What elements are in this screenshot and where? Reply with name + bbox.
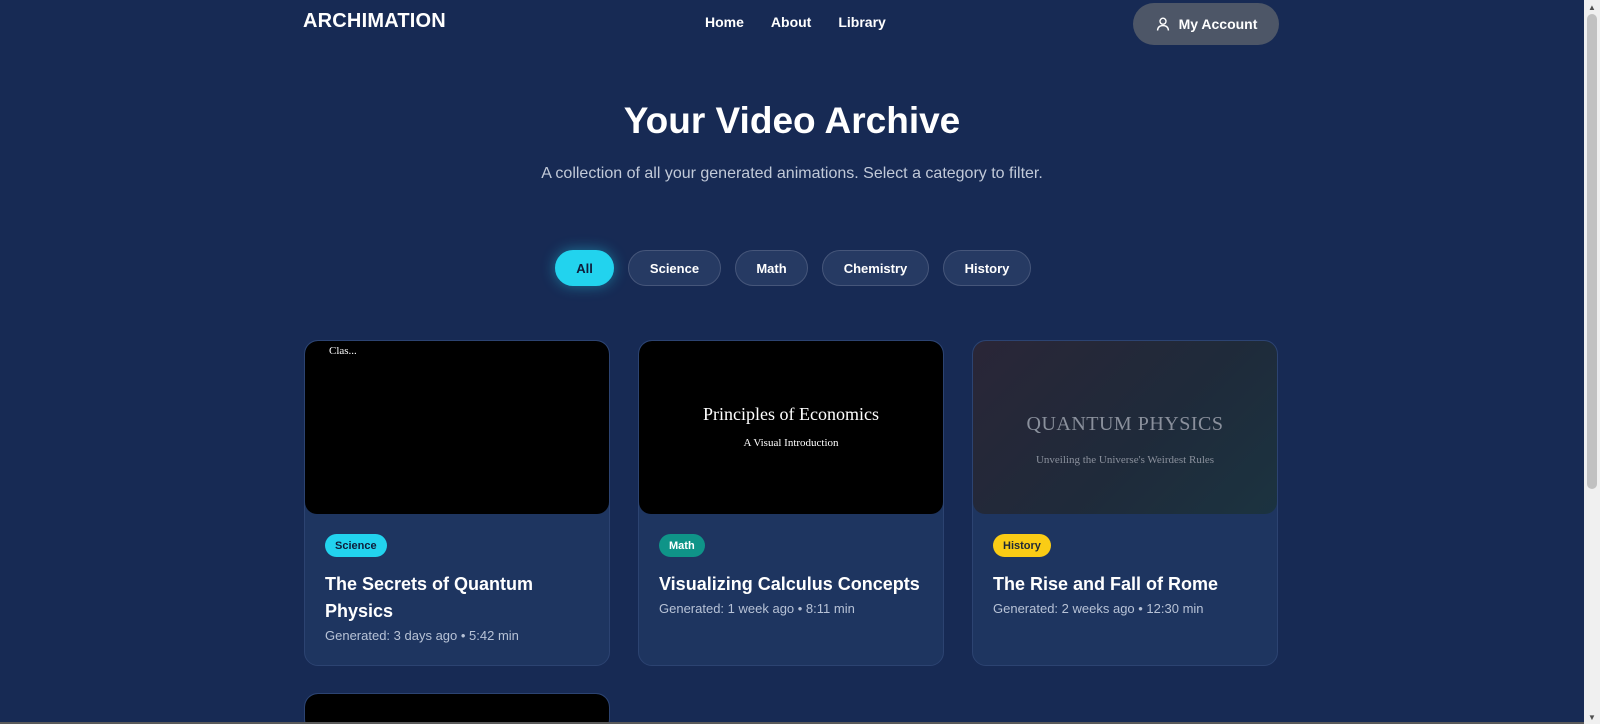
brand-logo[interactable]: ARCHIMATION bbox=[303, 10, 446, 33]
page: ARCHIMATION Home About Library My Accoun… bbox=[0, 0, 1600, 724]
filter-chip-history[interactable]: History bbox=[943, 250, 1031, 286]
main-nav: Home About Library bbox=[705, 14, 886, 30]
filter-chip-math[interactable]: Math bbox=[735, 250, 808, 286]
nav-link-about[interactable]: About bbox=[771, 14, 811, 30]
vertical-scrollbar[interactable]: ▲ ▼ bbox=[1584, 0, 1600, 724]
video-meta: Generated: 3 days ago • 5:42 min bbox=[325, 628, 519, 643]
category-tag: Math bbox=[659, 534, 705, 557]
top-navigation-bar: ARCHIMATION Home About Library My Accoun… bbox=[0, 0, 1584, 48]
filter-chip-all[interactable]: All bbox=[555, 250, 614, 286]
scrollbar-thumb[interactable] bbox=[1587, 14, 1597, 489]
filter-chip-chemistry[interactable]: Chemistry bbox=[822, 250, 929, 286]
thumbnail-subtitle: Unveiling the Universe's Weirdest Rules bbox=[1035, 454, 1215, 466]
video-thumbnail[interactable]: Principles of Economics A Visual Introdu… bbox=[639, 341, 943, 514]
scroll-down-icon[interactable]: ▼ bbox=[1584, 710, 1600, 724]
user-icon bbox=[1155, 16, 1171, 32]
page-title: Your Video Archive bbox=[623, 100, 961, 141]
video-title: The Secrets of Quantum Physics bbox=[325, 574, 534, 621]
thumbnail-subtitle: A Visual Introduction bbox=[743, 437, 839, 449]
filter-chip-science[interactable]: Science bbox=[628, 250, 721, 286]
thumbnail-title: QUANTUM PHYSICS bbox=[1026, 413, 1224, 435]
my-account-label: My Account bbox=[1178, 16, 1258, 32]
video-thumbnail[interactable] bbox=[305, 694, 609, 724]
category-filters: All Science Math Chemistry History bbox=[555, 250, 1031, 286]
video-title: The Rise and Fall of Rome bbox=[993, 574, 1219, 594]
category-tag: History bbox=[993, 534, 1051, 557]
video-thumbnail[interactable]: Clas... bbox=[305, 341, 609, 514]
video-meta: Generated: 1 week ago • 8:11 min bbox=[659, 601, 855, 616]
thumbnail-text: Clas... bbox=[329, 345, 357, 357]
video-thumbnail[interactable]: QUANTUM PHYSICS Unveiling the Universe's… bbox=[973, 341, 1277, 514]
thumbnail-title: Principles of Economics bbox=[703, 404, 879, 424]
category-tag: Science bbox=[325, 534, 387, 557]
nav-link-home[interactable]: Home bbox=[705, 14, 744, 30]
page-subtitle: A collection of all your generated anima… bbox=[541, 165, 1043, 182]
my-account-button[interactable]: My Account bbox=[1133, 3, 1279, 45]
video-title: Visualizing Calculus Concepts bbox=[659, 574, 920, 594]
nav-link-library[interactable]: Library bbox=[838, 14, 885, 30]
video-card-rome[interactable]: QUANTUM PHYSICS Unveiling the Universe's… bbox=[972, 340, 1278, 666]
video-card-quantum-physics[interactable]: Clas... Science The Secrets of Quantum P… bbox=[304, 340, 610, 666]
video-card-calculus[interactable]: Principles of Economics A Visual Introdu… bbox=[638, 340, 944, 666]
video-meta: Generated: 2 weeks ago • 12:30 min bbox=[993, 601, 1204, 616]
scroll-up-icon[interactable]: ▲ bbox=[1584, 0, 1600, 14]
video-card-partial[interactable] bbox=[304, 693, 610, 724]
